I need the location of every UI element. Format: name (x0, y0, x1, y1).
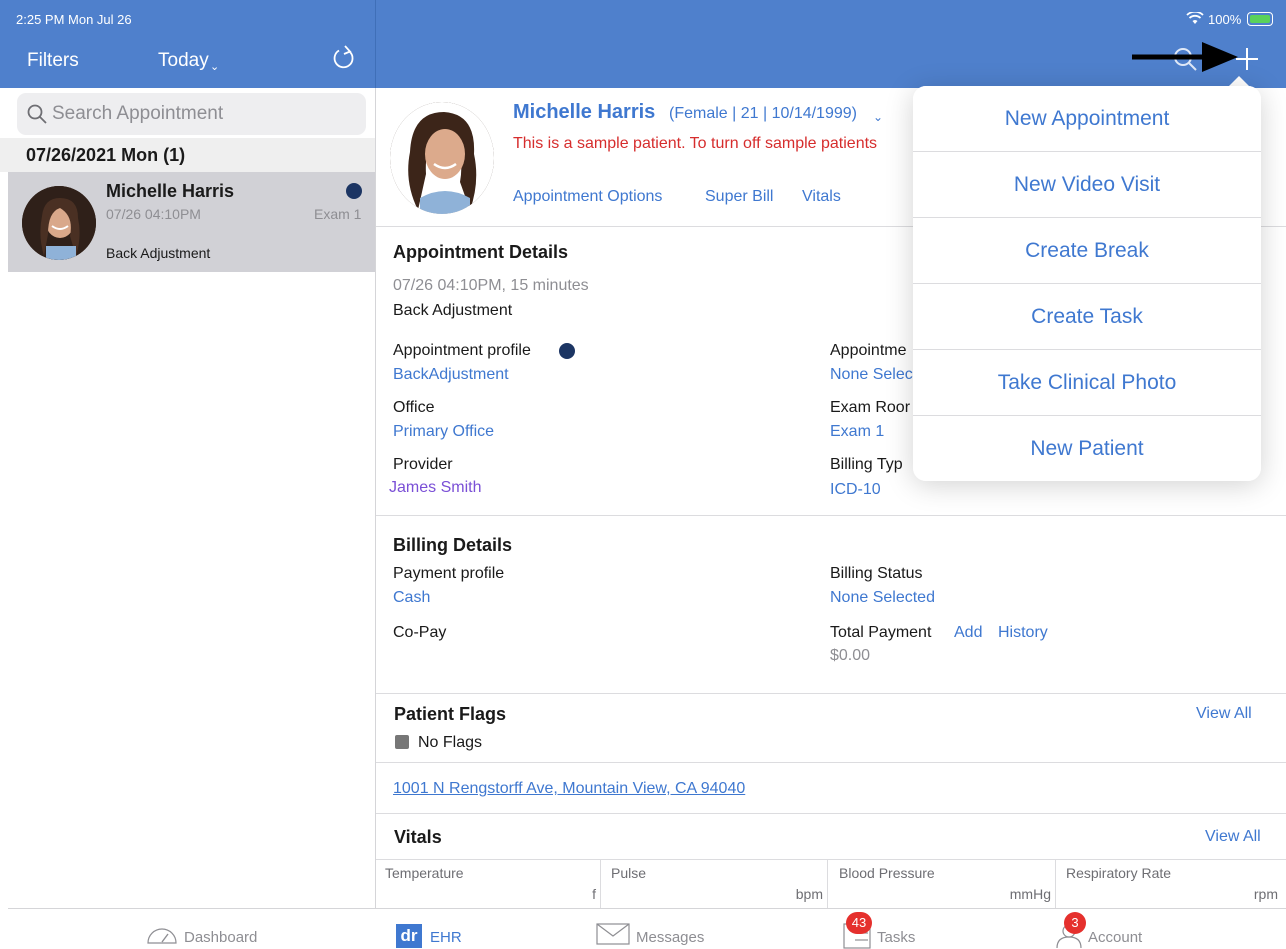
menu-take-clinical-photo[interactable]: Take Clinical Photo (913, 350, 1261, 416)
exam-room-label: Exam Roor (830, 399, 911, 416)
super-bill-link[interactable]: Super Bill (705, 188, 773, 206)
payment-profile-value[interactable]: Cash (393, 589, 430, 607)
header-divider (375, 0, 376, 88)
appointment-profile-value[interactable]: BackAdjustment (393, 366, 509, 384)
menu-new-video-visit[interactable]: New Video Visit (913, 152, 1261, 218)
filters-button[interactable]: Filters (27, 50, 79, 72)
status-dot (559, 343, 575, 359)
provider-label: Provider (393, 456, 453, 473)
battery-percent: 100% (1208, 12, 1242, 27)
vital-unit: mmHg (1009, 886, 1051, 902)
patient-flags-title: Patient Flags (394, 704, 507, 724)
billing-type-value[interactable]: ICD-10 (830, 481, 881, 499)
status-dot (346, 183, 362, 199)
vitals-title: Vitals (394, 827, 442, 847)
vitals-view-all-link[interactable]: View All (1205, 828, 1261, 846)
flag-square-icon (395, 735, 409, 749)
appointment-patient-name: Michelle Harris (106, 181, 235, 201)
arrow-annotation-icon (1132, 42, 1238, 72)
patient-demographics: (Female | 21 | 10/14/1999) (669, 105, 857, 122)
tab-dashboard[interactable]: Dashboard (184, 929, 257, 946)
sidebar-divider (375, 88, 376, 908)
today-button[interactable]: Today (158, 50, 209, 72)
exam-room-value[interactable]: Exam 1 (830, 423, 884, 441)
office-label: Office (393, 399, 435, 416)
vital-cell-respiratory-rate[interactable]: Respiratory Rate rpm (1056, 860, 1286, 908)
provider-value[interactable]: James Smith (389, 479, 481, 497)
menu-new-appointment[interactable]: New Appointment (913, 86, 1261, 152)
vital-label: Pulse (611, 865, 647, 881)
billing-details-title: Billing Details (393, 535, 513, 555)
menu-create-task[interactable]: Create Task (913, 284, 1261, 350)
avatar (22, 186, 96, 260)
copay-label: Co-Pay (393, 624, 447, 641)
patient-address-link[interactable]: 1001 N Rengstorff Ave, Mountain View, CA… (393, 780, 745, 798)
appointment-details-title: Appointment Details (393, 242, 569, 262)
appointment-room: Exam 1 (314, 206, 362, 222)
appointment-options-link[interactable]: Appointment Options (513, 188, 662, 206)
total-payment-label: Total Payment (830, 624, 932, 641)
vital-label: Temperature (385, 865, 464, 881)
vital-label: Blood Pressure (839, 865, 935, 881)
appointment-datetime: 07/26 04:10PM, 15 minutes (393, 277, 589, 294)
chevron-down-icon[interactable]: ⌄ (873, 110, 883, 124)
tasks-badge: 43 (846, 912, 872, 934)
patient-photo (390, 102, 494, 214)
messages-icon[interactable] (596, 922, 630, 946)
total-payment-value: $0.00 (830, 647, 871, 664)
date-group-label: 07/26/2021 Mon (1) (26, 145, 186, 165)
office-value[interactable]: Primary Office (393, 423, 494, 441)
menu-create-break[interactable]: Create Break (913, 218, 1261, 284)
ehr-logo-icon[interactable]: dr (396, 924, 422, 948)
menu-new-patient[interactable]: New Patient (913, 416, 1261, 481)
appointment-status-label: Appointme (830, 342, 907, 359)
flags-view-all-link[interactable]: View All (1196, 705, 1252, 723)
add-payment-link[interactable]: Add (954, 624, 982, 642)
tab-ehr[interactable]: EHR (430, 929, 462, 946)
divider (376, 515, 1286, 516)
vital-label: Respiratory Rate (1066, 865, 1172, 881)
appointment-profile-label: Appointment profile (393, 342, 531, 359)
top-header-bar (0, 0, 1286, 88)
vital-unit: rpm (1253, 886, 1278, 902)
add-menu-popover: New Appointment New Video Visit Create B… (913, 86, 1261, 481)
sample-patient-notice: This is a sample patient. To turn off sa… (513, 135, 878, 152)
billing-status-value[interactable]: None Selected (830, 589, 935, 607)
search-icon (27, 104, 47, 124)
appointment-time: 07/26 04:10PM (106, 206, 201, 222)
vital-cell-blood-pressure[interactable]: Blood Pressure mmHg (828, 860, 1056, 908)
dashboard-icon[interactable] (145, 922, 179, 946)
tab-messages[interactable]: Messages (636, 929, 704, 946)
account-badge: 3 (1064, 912, 1086, 934)
status-time: 2:25 PM Mon Jul 26 (16, 12, 132, 27)
vitals-link[interactable]: Vitals (802, 188, 841, 206)
vital-unit: f (592, 886, 596, 902)
patient-name[interactable]: Michelle Harris (513, 101, 655, 124)
divider (376, 693, 1286, 694)
appointment-reason-detail: Back Adjustment (393, 302, 513, 319)
billing-status-label: Billing Status (830, 565, 923, 582)
no-flags-text: No Flags (418, 734, 483, 751)
divider (376, 762, 1286, 763)
vital-cell-temperature[interactable]: Temperature f (376, 860, 601, 908)
appointment-status-value[interactable]: None Selec (830, 366, 913, 384)
billing-type-label: Billing Typ (830, 456, 903, 473)
wifi-icon (1186, 10, 1204, 28)
tab-account[interactable]: Account (1088, 929, 1142, 946)
vital-cell-pulse[interactable]: Pulse bpm (601, 860, 828, 908)
divider (376, 813, 1286, 814)
vital-unit: bpm (795, 886, 823, 902)
search-input[interactable] (52, 101, 352, 127)
tab-bar-divider (8, 908, 1286, 909)
tab-tasks[interactable]: Tasks (877, 929, 915, 946)
chevron-down-icon: ⌄ (210, 61, 220, 73)
appointment-reason: Back Adjustment (106, 245, 211, 261)
payment-history-link[interactable]: History (998, 624, 1048, 642)
battery-icon (1247, 12, 1273, 26)
refresh-icon[interactable] (330, 44, 358, 72)
payment-profile-label: Payment profile (393, 565, 505, 582)
